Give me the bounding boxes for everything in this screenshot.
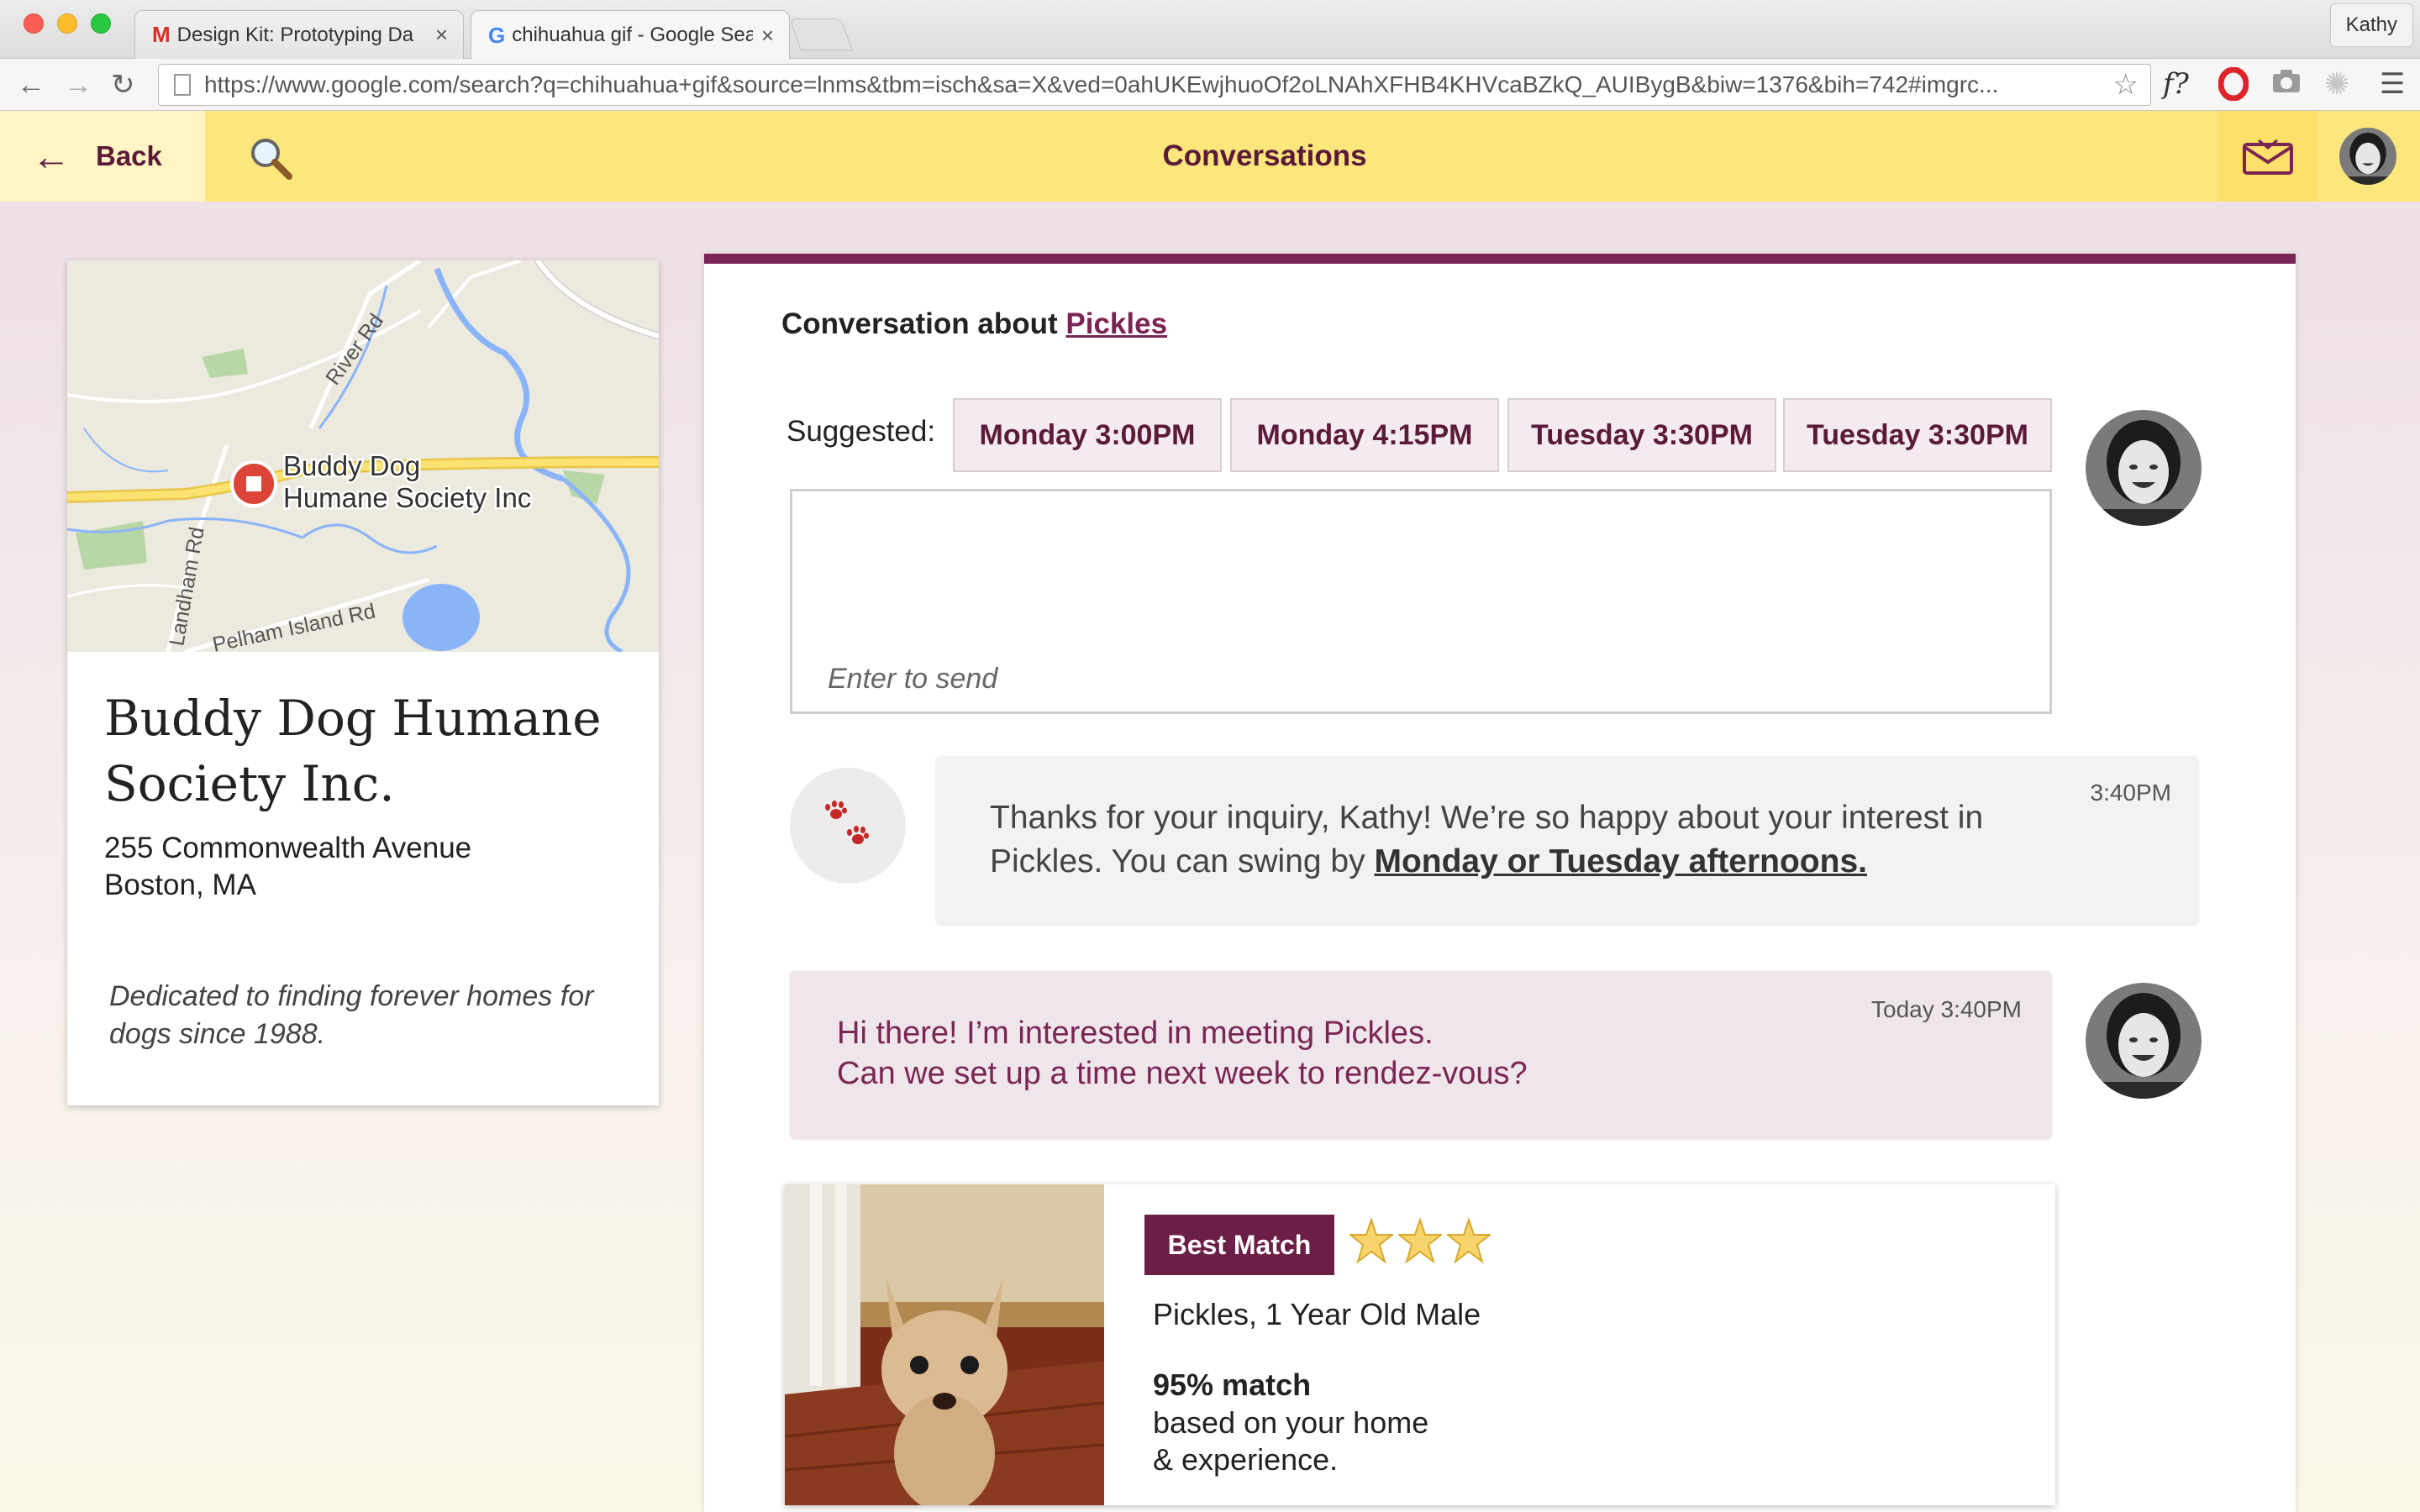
settings-icon[interactable]: ✺ xyxy=(2324,67,2349,101)
browser-tab-google[interactable]: G chihuahua gif - Google Sea × xyxy=(471,10,790,60)
menu-icon[interactable]: ☰ xyxy=(2380,67,2405,101)
page-title: Conversations xyxy=(1162,139,1367,172)
gmail-icon: M xyxy=(152,22,171,47)
message-input[interactable] xyxy=(792,491,2049,711)
back-label: Back xyxy=(96,140,162,171)
avatar xyxy=(2086,410,2202,526)
organization-address: 255 Commonwealth Avenue Boston, MA xyxy=(104,830,471,904)
pet-match-card[interactable]: Best Match Pickles, 1 Year Old Male 95% … xyxy=(785,1184,2055,1505)
best-match-badge: Best Match xyxy=(1144,1215,1334,1275)
browser-toolbar: ← → ↻ https://www.google.com/search?q=ch… xyxy=(0,59,2420,111)
message-text: Hi there! I’m interested in meeting Pick… xyxy=(837,1016,1528,1091)
font-finder-icon[interactable]: f? xyxy=(2163,67,2189,101)
pet-link[interactable]: Pickles xyxy=(1065,307,1167,340)
bookmark-star-icon[interactable]: ☆ xyxy=(2113,68,2139,102)
star-icon xyxy=(1349,1218,1393,1264)
profile-button[interactable]: Kathy xyxy=(2329,3,2413,47)
suggested-time-button[interactable]: Monday 4:15PM xyxy=(1230,398,1499,472)
heading-text: Conversation about xyxy=(781,307,1058,340)
opera-icon[interactable] xyxy=(2217,66,2249,108)
star-icon xyxy=(1447,1218,1491,1264)
avatar xyxy=(2086,983,2202,1099)
browser-tab-bar: M Design Kit: Prototyping Da × G chihuah… xyxy=(0,0,2420,60)
close-tab-icon[interactable]: × xyxy=(435,22,448,48)
message-timestamp: 3:40PM xyxy=(2090,780,2172,806)
maximize-window-button[interactable] xyxy=(91,13,111,34)
minimize-window-button[interactable] xyxy=(57,13,77,34)
address-line: Boston, MA xyxy=(104,869,256,901)
avatar[interactable] xyxy=(2339,128,2396,185)
outgoing-message: Hi there! I’m interested in meeting Pick… xyxy=(790,971,2052,1139)
organization-description: Dedicated to finding forever homes for d… xyxy=(109,980,594,1050)
pet-summary: Pickles, 1 Year Old Male xyxy=(1153,1297,1481,1331)
message-timestamp: Today 3:40PM xyxy=(1871,996,2022,1022)
page-icon xyxy=(174,74,191,96)
close-window-button[interactable] xyxy=(24,13,44,34)
match-percentage: 95% match xyxy=(1153,1368,1312,1402)
camera-icon[interactable] xyxy=(2272,67,2301,101)
tab-title: Design Kit: Prototyping Da xyxy=(176,23,414,46)
browser-tab-gmail[interactable]: M Design Kit: Prototyping Da × xyxy=(134,10,464,59)
svg-text:Buddy Dog: Buddy Dog xyxy=(283,450,420,481)
star-icon xyxy=(1398,1218,1442,1264)
availability-link[interactable]: Monday or Tuesday afternoons. xyxy=(1374,843,1867,879)
reload-icon[interactable]: ↻ xyxy=(111,69,135,101)
forward-arrow-icon[interactable]: → xyxy=(64,69,92,101)
address-bar[interactable]: https://www.google.com/search?q=chihuahu… xyxy=(158,64,2151,106)
suggested-time-button[interactable]: Tuesday 3:30PM xyxy=(1507,398,1776,472)
match-rating xyxy=(1349,1218,1491,1265)
incoming-message: Thanks for your inquiry, Kathy! We’re so… xyxy=(936,756,2198,924)
search-icon[interactable] xyxy=(245,133,296,183)
shelter-avatar xyxy=(790,768,906,884)
suggested-label: Suggested: xyxy=(786,415,936,448)
back-button[interactable]: ← Back xyxy=(0,111,205,202)
conversation-panel: Conversation about Pickles Suggested: Mo… xyxy=(704,254,2296,1512)
suggested-time-button[interactable]: Monday 3:00PM xyxy=(953,398,1222,472)
back-arrow-icon: ← xyxy=(32,134,71,178)
mail-button[interactable] xyxy=(2218,111,2317,202)
message-text: Thanks for your inquiry, Kathy! We’re so… xyxy=(990,796,2040,884)
svg-text:Humane Society Inc: Humane Society Inc xyxy=(283,482,531,513)
paw-print-icon xyxy=(825,801,869,844)
close-tab-icon[interactable]: × xyxy=(761,23,774,49)
dog-photo xyxy=(785,1184,1104,1505)
match-reason: based on your home & experience. xyxy=(1153,1405,1429,1477)
new-tab-button[interactable] xyxy=(789,18,853,50)
message-compose-box[interactable]: Enter to send xyxy=(790,489,2052,714)
map[interactable]: River Rd Landham Rd Pelham Island Rd Bud… xyxy=(67,260,659,652)
organization-card: River Rd Landham Rd Pelham Island Rd Bud… xyxy=(67,260,659,1105)
back-arrow-icon[interactable]: ← xyxy=(17,69,45,101)
google-icon: G xyxy=(488,22,506,48)
suggested-time-button[interactable]: Tuesday 3:30PM xyxy=(1783,398,2052,472)
tab-title: chihuahua gif - Google Sea xyxy=(512,24,753,46)
mail-icon xyxy=(2243,139,2293,175)
url-text: https://www.google.com/search?q=chihuahu… xyxy=(204,71,1999,97)
app-header: ← Back Conversations xyxy=(0,111,2420,202)
address-line: 255 Commonwealth Avenue xyxy=(104,832,472,864)
organization-name: Buddy Dog Humane Society Inc. xyxy=(104,690,602,812)
conversation-heading: Conversation about Pickles xyxy=(781,307,1167,341)
